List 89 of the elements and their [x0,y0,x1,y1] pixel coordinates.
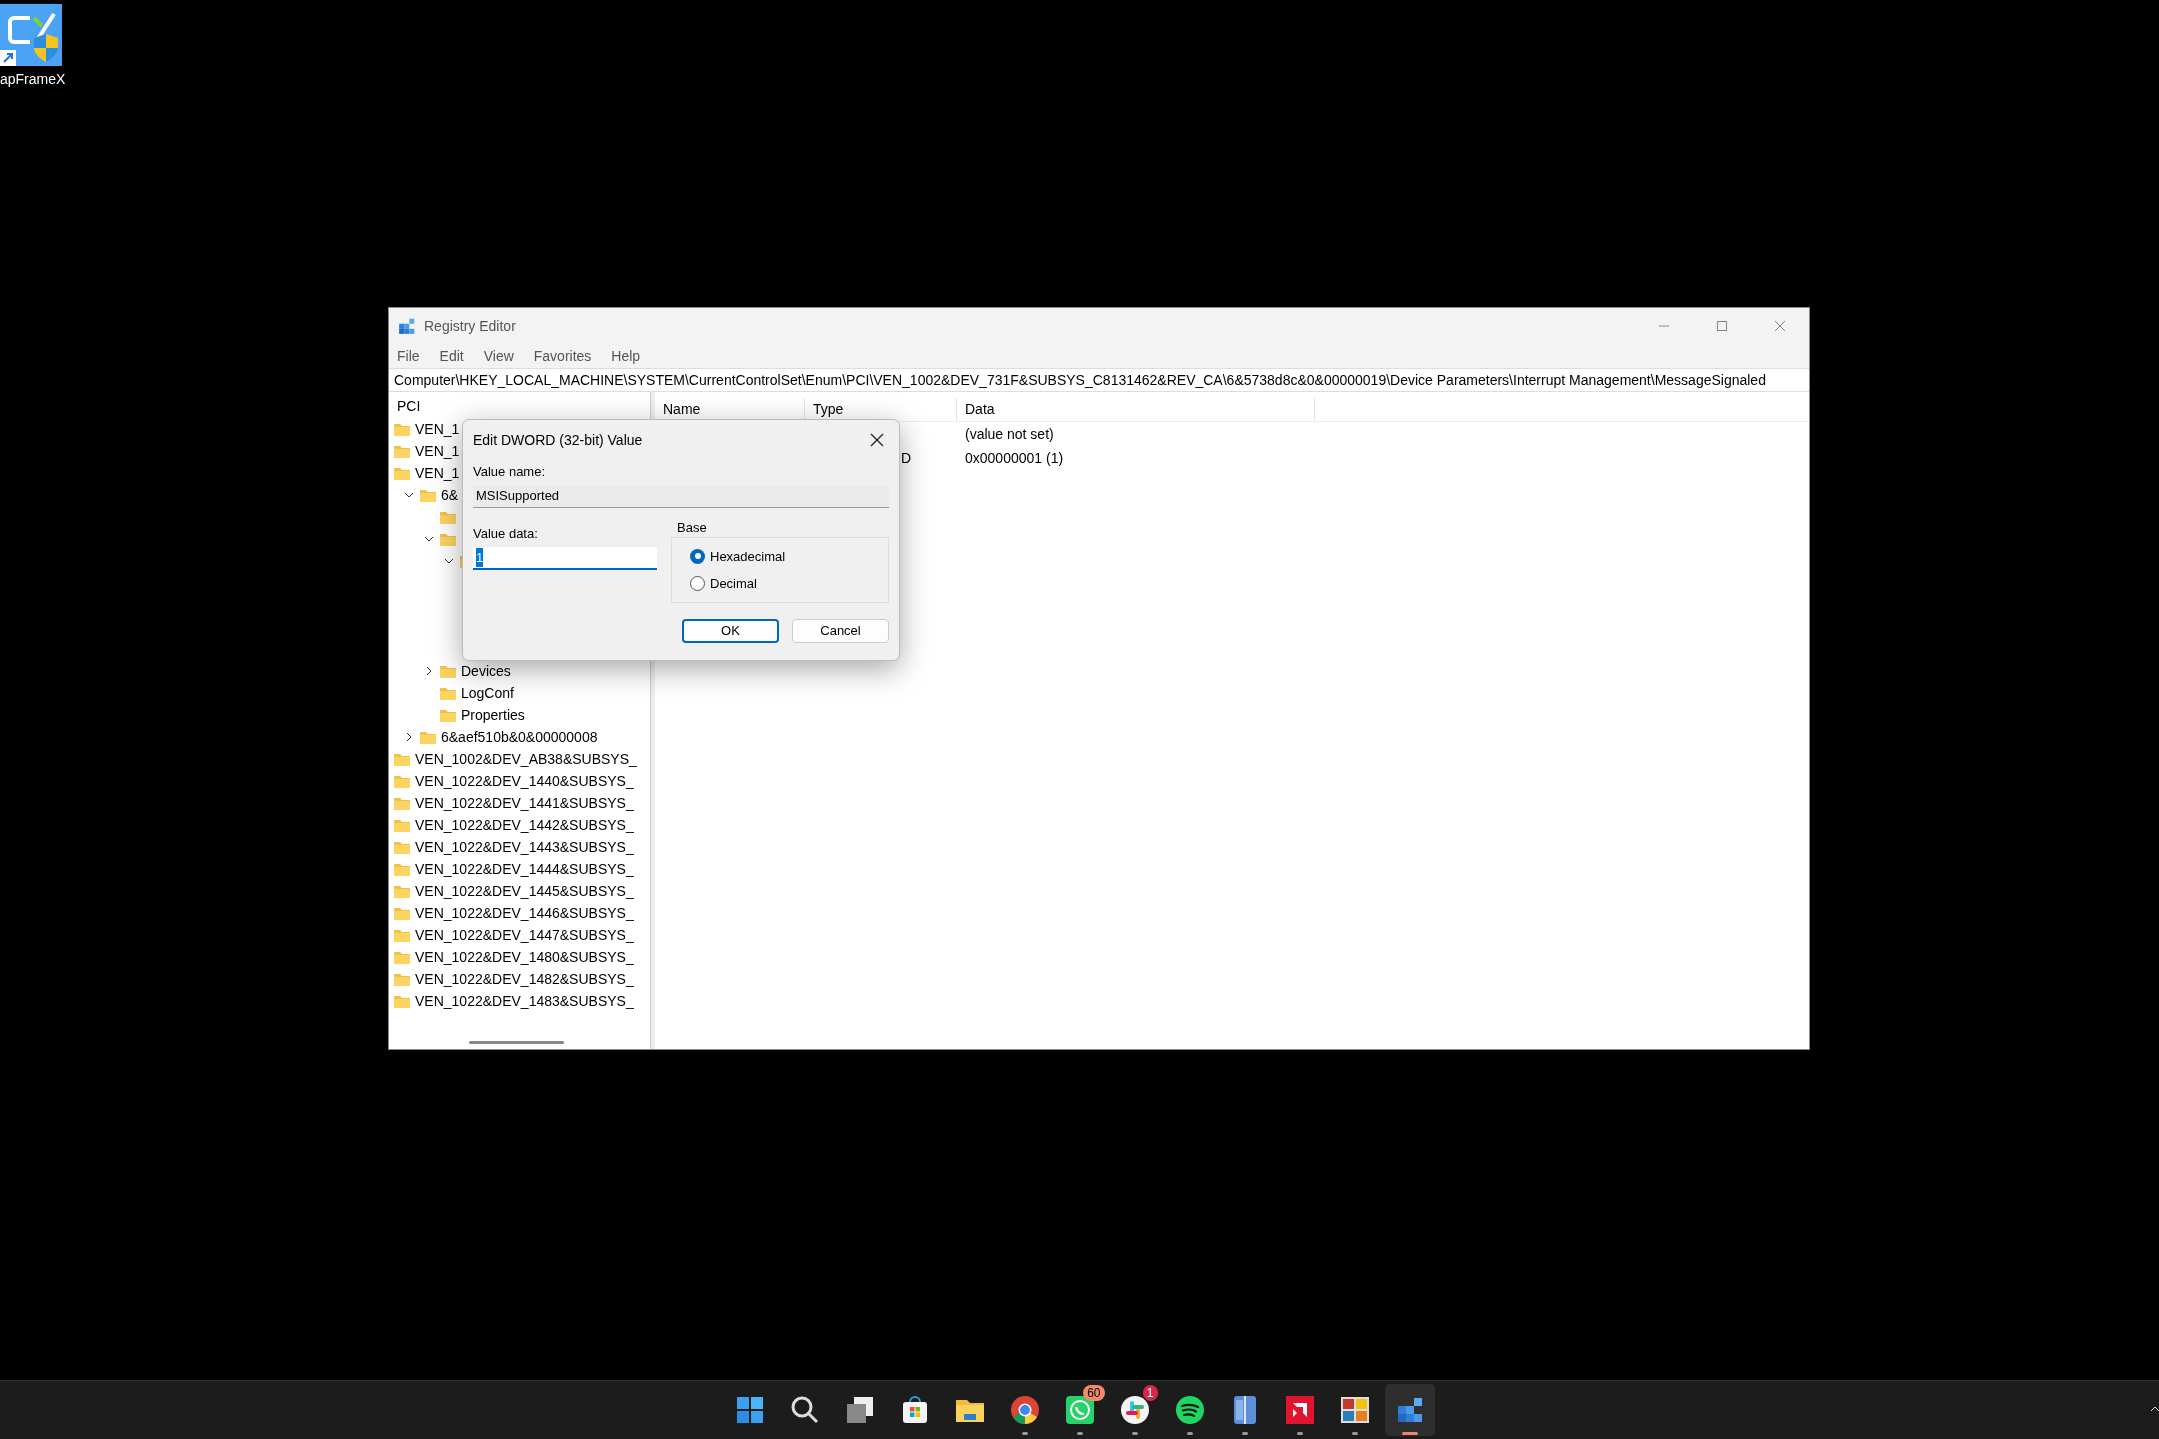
folder-icon [393,971,411,987]
tree-item[interactable]: VEN_1022&DEV_1447&SUBSYS_ [415,924,634,946]
maximize-icon [1716,320,1728,332]
cubes-icon [398,317,416,335]
running-indicator [1131,1432,1138,1435]
close-icon [1774,320,1786,332]
folder-icon [419,729,437,745]
window-title: Registry Editor [424,316,516,336]
folder-icon [393,905,411,921]
tree-item[interactable]: Properties [461,704,525,726]
folder-icon [393,883,411,899]
folder-icon [393,839,411,855]
browser-icon [1008,1394,1041,1426]
value-name-field[interactable]: MSISupported [473,485,889,508]
notification-badge: 60 [1083,1385,1105,1401]
ok-button[interactable]: OK [682,619,779,643]
running-indicator [1296,1432,1303,1435]
running-indicator [1186,1432,1193,1435]
scrollbar-thumb[interactable] [469,1040,564,1044]
tree-item[interactable]: VEN_1022&DEV_1446&SUBSYS_ [415,902,634,924]
desktop-icon-label: apFrameX [0,70,66,89]
field-label: Value name: [473,463,547,481]
running-indicator [1076,1432,1083,1435]
folder-icon [439,685,457,701]
column-header[interactable]: Data [957,398,1315,421]
tree-item[interactable]: VEN_1022&DEV_1441&SUBSYS_ [415,792,634,814]
menu-item[interactable]: Edit [439,345,464,367]
folder-icon [393,795,411,811]
folder-icon [439,663,457,679]
tree-item[interactable]: VEN_1022&DEV_1444&SUBSYS_ [415,858,634,880]
folder-icon [393,421,411,437]
folder-icon [393,817,411,833]
close-icon [870,433,884,447]
tree-item[interactable]: LogConf [461,682,514,704]
folder-icon [439,531,457,547]
menu-item[interactable]: Favorites [533,345,592,367]
tree-item[interactable]: VEN_1 [415,440,460,462]
folder-icon [393,443,411,459]
tree-item[interactable]: VEN_1022&DEV_1443&SUBSYS_ [415,836,634,858]
folder-icon [393,927,411,943]
value-data-field[interactable]: 1 [473,547,657,570]
sound-waves-logo-icon [1173,1394,1206,1426]
notification-badge: 1 [1142,1385,1158,1401]
menu-item[interactable]: View [483,345,514,367]
colored-tiles-icon [1338,1394,1371,1426]
running-indicator [1351,1432,1358,1435]
group-label: Base [677,518,708,537]
tree-item[interactable]: VEN_1022&DEV_1480&SUBSYS_ [415,946,634,968]
tree-item[interactable]: 6& [441,484,459,506]
tree-item[interactable]: VEN_1022&DEV_1483&SUBSYS_ [415,990,634,1012]
running-indicator [1241,1432,1248,1435]
tree-item[interactable]: VEN_1 [415,418,460,440]
tree-item[interactable]: VEN_1022&DEV_1442&SUBSYS_ [415,814,634,836]
taskbar-button[interactable]: 1 [1109,1384,1160,1436]
folder-icon [439,707,457,723]
tree-item[interactable]: 6&aef510b&0&00000008 [441,726,598,748]
address-bar[interactable]: Computer\HKEY_LOCAL_MACHINE\SYSTEM\CurrentControlSet\Enum\PCI\VEN_1002&DEV_731F&SUBSYS_C8131462&REV_CA\6&5738d8c&0&00000019\Device Parameters\Interrupt Management\MessageSignaled [389,368,1809,392]
folder-icon [393,993,411,1009]
tree-item[interactable]: VEN_1022&DEV_1440&SUBSYS_ [415,770,634,792]
tree-item[interactable]: VEN_1022&DEV_1445&SUBSYS_ [415,880,634,902]
table-cell-text: (value not set) [964,424,1054,444]
folder-icon [393,861,411,877]
tree-root[interactable]: PCI [397,395,421,417]
table-cell-text: 0x00000001 (1) [964,448,1064,468]
taskbar-button[interactable]: 60 [1054,1384,1105,1436]
cancel-button[interactable]: Cancel [792,619,889,643]
field-label: Value data: [473,524,539,543]
menu-item[interactable]: File [397,345,420,367]
tree-item[interactable]: VEN_1 [415,462,460,484]
chevron-up-icon[interactable] [2151,1405,2159,1413]
folder-icon [393,949,411,965]
radio-button[interactable]: Hexadecimal [690,546,888,566]
folder-icon [419,487,437,503]
tree-item[interactable]: VEN_1022&DEV_1482&SUBSYS_ [415,968,634,990]
taskbar-button[interactable] [1384,1384,1435,1436]
radio-button[interactable]: Decimal [690,574,888,594]
folder-icon [439,509,457,525]
folder-icon [393,465,411,481]
app-shortcut-icon[interactable] [0,4,62,66]
running-indicator [1021,1432,1028,1435]
table-cell: D [901,449,912,466]
folder-icon [393,773,411,789]
folder-icon [393,751,411,767]
arrow-logo-icon [1283,1394,1316,1426]
menu-item[interactable]: Help [611,345,641,367]
tree-item[interactable]: VEN_1002&DEV_AB38&SUBSYS_ [415,748,637,770]
tree-item[interactable]: Devices [461,660,511,682]
running-indicator [1401,1432,1418,1435]
dialog-title: Edit DWORD (32-bit) Value [473,430,644,450]
